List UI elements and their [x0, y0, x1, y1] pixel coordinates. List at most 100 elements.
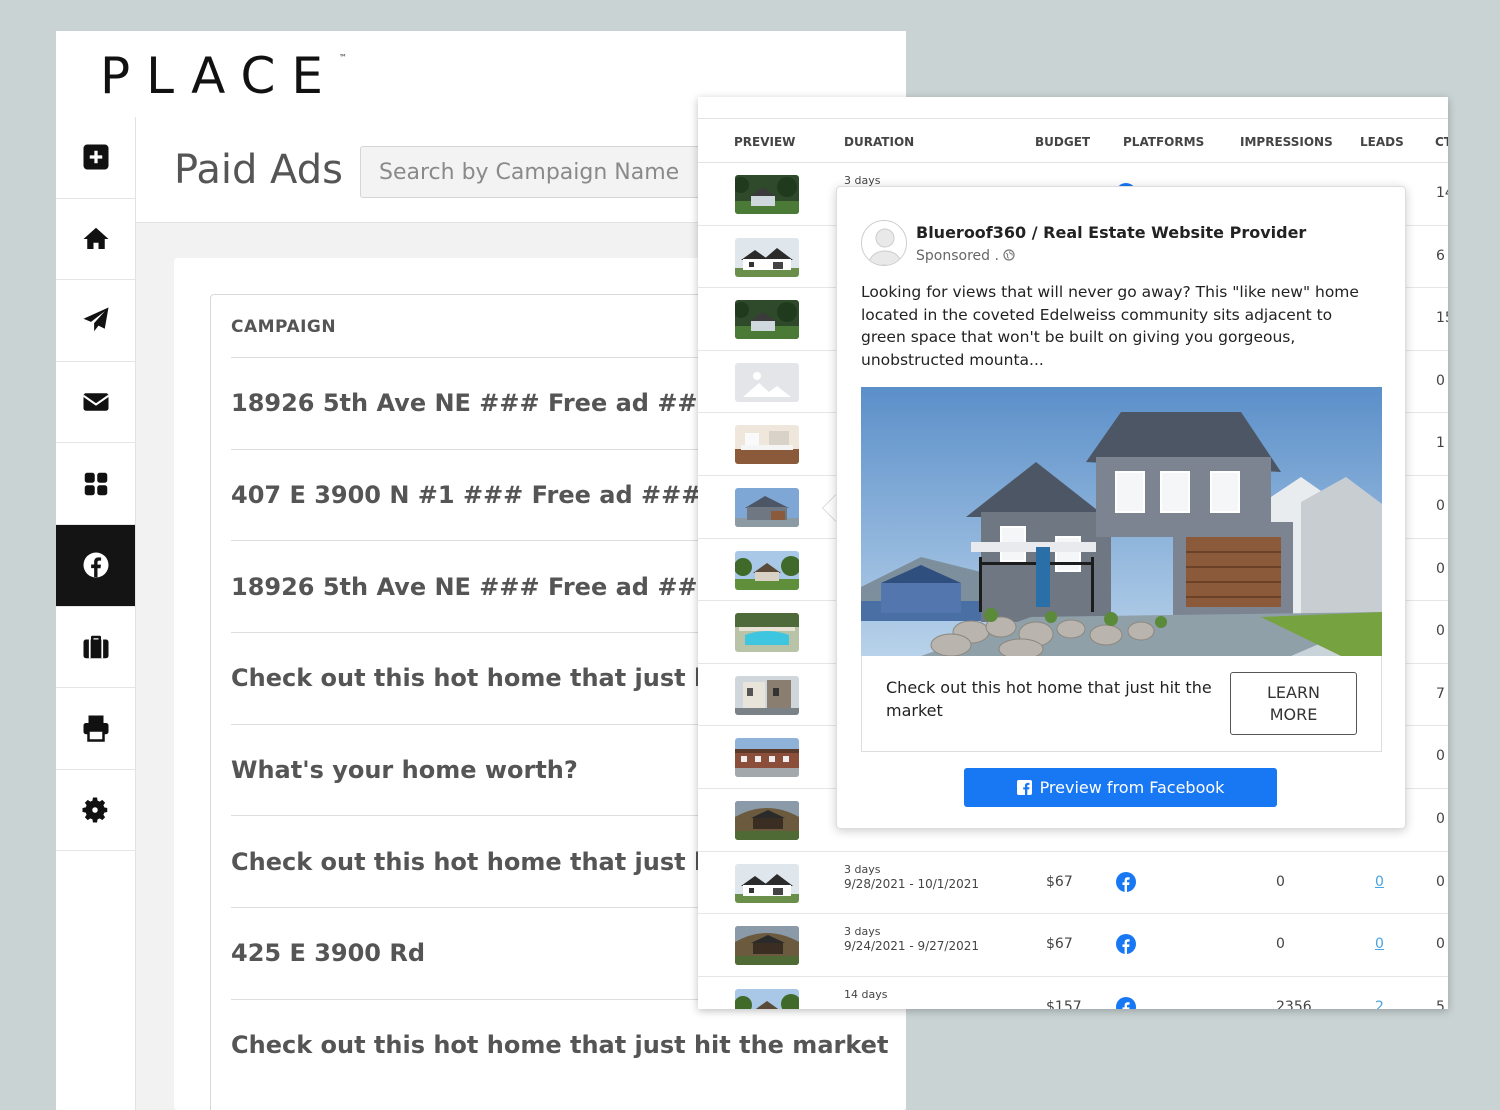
placeholder-thumb-image — [735, 362, 799, 402]
preview-button-label: Preview from Facebook — [1039, 778, 1225, 797]
table-row[interactable]: 3 days 9/24/2021 - 9/27/2021 $67 0 0 0 — [698, 914, 1448, 977]
sidebar-item-settings[interactable] — [56, 770, 135, 852]
ad-preview-thumbnail[interactable] — [735, 988, 799, 1009]
learn-more-button[interactable]: LEARN MORE — [1230, 672, 1357, 735]
facebook-platform-icon — [1116, 996, 1136, 1009]
sidebar — [56, 117, 136, 1110]
column-impressions[interactable]: IMPRESSIONS — [1240, 135, 1333, 149]
page-title: Paid Ads — [174, 147, 343, 193]
ad-preview-thumbnail[interactable] — [735, 300, 799, 340]
table-row[interactable]: 14 days $157 2356 2 5 — [698, 977, 1448, 1009]
advertiser-name[interactable]: Blueroof360 / Real Estate Website Provid… — [916, 223, 1306, 242]
ad-body-text: Looking for views that will never go awa… — [861, 283, 1359, 369]
kitchen-thumb-image — [735, 425, 799, 465]
leads-link[interactable]: 0 — [1375, 874, 1384, 890]
ctr-cell: 0 — [1436, 936, 1445, 953]
table-row[interactable]: 3 days 9/28/2021 - 10/1/2021 $67 0 0 0 — [698, 852, 1448, 915]
house-photo — [861, 387, 1382, 656]
ad-preview-thumbnail[interactable] — [735, 550, 799, 590]
ctr-cell: 0 — [1436, 810, 1445, 827]
trademark: ™ — [338, 53, 347, 62]
ad-preview-thumbnail[interactable] — [735, 863, 799, 903]
pool-thumb-image — [735, 613, 799, 653]
ctr-cell: 6 — [1436, 247, 1445, 264]
ctr-cell: 15 — [1436, 310, 1448, 327]
campaign-row[interactable]: Check out this hot home that just hit th… — [231, 998, 906, 1091]
ctr-cell: 5 — [1436, 998, 1445, 1009]
sidebar-item-email[interactable] — [56, 362, 135, 444]
condo-thumb-image — [735, 738, 799, 778]
globe-icon — [1003, 249, 1015, 261]
leads-link[interactable]: 2 — [1375, 999, 1384, 1009]
campaign-column-header: CAMPAIGN — [231, 317, 337, 337]
budget-cell: $67 — [1046, 873, 1073, 890]
sidebar-item-send[interactable] — [56, 280, 135, 362]
ad-footer: Check out this hot home that just hit th… — [861, 656, 1382, 752]
column-leads[interactable]: LEADS — [1360, 135, 1404, 149]
column-preview[interactable]: PREVIEW — [734, 135, 795, 149]
sidebar-item-facebook-ads[interactable] — [56, 524, 135, 607]
ad-preview-thumbnail[interactable] — [735, 738, 799, 778]
sidebar-item-listings[interactable] — [56, 607, 135, 689]
facebook-square-icon — [1016, 780, 1032, 795]
column-platforms[interactable]: PLATFORMS — [1123, 135, 1204, 149]
preview-from-facebook-button[interactable]: Preview from Facebook — [964, 768, 1277, 807]
house-trees-thumb-image — [735, 988, 799, 1009]
ctr-cell: 0 — [1436, 873, 1445, 890]
logo-text: PLACE — [100, 47, 339, 105]
column-budget[interactable]: BUDGET — [1035, 135, 1090, 149]
briefcase-icon — [83, 635, 108, 659]
duration-days: 3 days — [844, 925, 881, 939]
impressions-cell: 0 — [1276, 873, 1285, 890]
facebook-ad-preview-popup: Blueroof360 / Real Estate Website Provid… — [836, 186, 1406, 829]
panel-top-strip — [698, 97, 1448, 119]
ad-house-image[interactable] — [861, 387, 1382, 656]
ad-preview-thumbnail[interactable] — [735, 675, 799, 715]
ad-preview-thumbnail[interactable] — [735, 425, 799, 465]
impressions-cell: 0 — [1276, 936, 1285, 953]
plus-square-icon — [83, 144, 108, 170]
ctr-cell: 0 — [1436, 623, 1445, 640]
leads-link[interactable]: 0 — [1375, 936, 1384, 952]
ad-headline: Check out this hot home that just hit th… — [886, 678, 1212, 720]
house-trees-thumb-image — [735, 550, 799, 590]
house-white-thumb-image — [735, 237, 799, 277]
duration-days: 3 days — [844, 862, 881, 876]
sidebar-item-print[interactable] — [56, 688, 135, 770]
house-green-thumb-image — [735, 300, 799, 340]
sidebar-item-create[interactable] — [56, 117, 135, 199]
facebook-icon — [83, 552, 108, 578]
facebook-platform-icon — [1116, 871, 1136, 892]
paper-plane-icon — [83, 307, 108, 332]
campaign-search-input[interactable] — [360, 146, 740, 198]
column-duration[interactable]: DURATION — [844, 135, 914, 149]
ctr-cell: 0 — [1436, 372, 1445, 389]
townhouse-thumb-image — [735, 675, 799, 715]
ad-preview-thumbnail[interactable] — [735, 613, 799, 653]
hillside-thumb-image — [735, 800, 799, 840]
house-blue-thumb-image — [735, 487, 799, 527]
duration-cell: 14 days — [844, 987, 887, 1002]
user-silhouette-icon — [862, 221, 906, 265]
place-logo[interactable]: PLACE ™ — [100, 47, 347, 105]
ad-preview-thumbnail[interactable] — [735, 800, 799, 840]
ad-preview-thumbnail[interactable] — [735, 362, 799, 402]
ctr-cell: 0 — [1436, 748, 1445, 765]
sidebar-item-home[interactable] — [56, 199, 135, 281]
duration-cell: 3 days 9/24/2021 - 9/27/2021 — [844, 924, 979, 954]
ad-preview-thumbnail[interactable] — [735, 237, 799, 277]
grid-icon — [84, 472, 107, 495]
impressions-cell: 2356 — [1276, 998, 1312, 1009]
column-ctr[interactable]: CT — [1435, 135, 1448, 149]
ad-preview-thumbnail[interactable] — [735, 175, 799, 214]
sidebar-item-dashboard[interactable] — [56, 443, 135, 525]
ad-preview-thumbnail[interactable] — [735, 487, 799, 527]
duration-cell: 3 days 9/28/2021 - 10/1/2021 — [844, 862, 979, 892]
ad-preview-thumbnail[interactable] — [735, 926, 799, 966]
hillside-thumb-image — [735, 926, 799, 966]
envelope-icon — [82, 393, 109, 411]
duration-range: 9/28/2021 - 10/1/2021 — [844, 876, 980, 891]
sponsored-text: Sponsored . — [916, 248, 1004, 264]
ctr-cell: 7 — [1436, 685, 1445, 702]
ctr-cell: 0 — [1436, 497, 1445, 514]
